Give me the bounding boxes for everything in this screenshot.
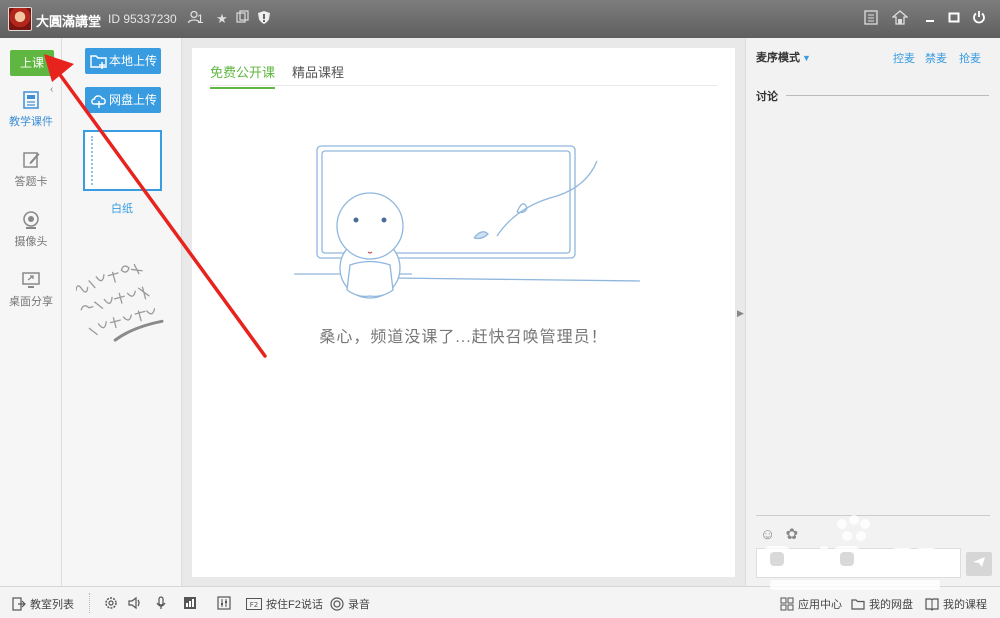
- speaker-icon: [128, 596, 142, 610]
- mixer-button[interactable]: [217, 596, 231, 610]
- emoji-icon[interactable]: ☺: [760, 526, 775, 543]
- flower-icon[interactable]: ✿: [786, 526, 799, 543]
- power-icon[interactable]: [970, 10, 988, 28]
- main-content: 免费公开课 精品课程 桑心，频道没课了...赶快召唤管理员！: [192, 48, 735, 577]
- grid-icon: [183, 596, 197, 610]
- nav-item-camera[interactable]: 摄像头: [0, 210, 62, 249]
- shield-icon[interactable]: [255, 10, 273, 28]
- svg-text:F2: F2: [250, 601, 258, 609]
- notes-icon[interactable]: [862, 10, 880, 28]
- book-icon: [925, 597, 939, 611]
- nav-item-courseware[interactable]: 教学课件: [0, 90, 62, 129]
- f2-key-icon: F2: [246, 597, 262, 611]
- discussion-title: 讨论: [756, 91, 778, 103]
- tab-premium-courses[interactable]: 精品课程: [292, 62, 344, 87]
- my-disk-button[interactable]: 我的网盘: [851, 596, 913, 612]
- mute-mic-link[interactable]: 禁麦: [925, 50, 947, 66]
- room-name: 大圓滿講堂: [36, 14, 102, 29]
- nav-label: 摄像头: [14, 236, 48, 248]
- record-icon: [330, 597, 344, 611]
- push-to-talk-label: 按住F2说话: [266, 599, 323, 611]
- record-label: 录音: [348, 599, 370, 611]
- chat-input[interactable]: [756, 548, 961, 578]
- drag-hint-scribble: [76, 263, 164, 342]
- expand-panel-arrow-icon[interactable]: ▶: [737, 308, 744, 319]
- grab-mic-link[interactable]: 抢麦: [959, 50, 981, 66]
- app-center-label: 应用中心: [798, 599, 842, 611]
- settings-button[interactable]: [104, 596, 118, 610]
- cloud-upload-label: 网盘上传: [109, 93, 158, 107]
- send-button[interactable]: [966, 552, 992, 576]
- copy-icon[interactable]: [233, 10, 251, 28]
- empty-blackboard-illustration: [294, 145, 641, 299]
- screen-share-icon: [21, 270, 41, 290]
- courseware-icon: [21, 90, 41, 110]
- star-icon[interactable]: ★: [213, 10, 231, 28]
- avatar[interactable]: [8, 7, 32, 31]
- chevron-down-icon: ▼: [802, 53, 811, 63]
- nav-label: 桌面分享: [9, 296, 53, 308]
- apps-icon: [780, 597, 794, 611]
- class-list-button[interactable]: 教室列表: [12, 596, 74, 612]
- folder-icon: [851, 597, 865, 611]
- binder-dots: [91, 136, 93, 185]
- local-upload-button[interactable]: 本地上传: [85, 48, 161, 74]
- microphone-button[interactable]: [154, 596, 168, 610]
- nav-label: 教学课件: [9, 116, 53, 128]
- discussion-divider: [786, 95, 989, 96]
- online-count: 1: [197, 12, 204, 26]
- speaker-button[interactable]: [128, 596, 142, 610]
- exit-icon: [12, 597, 26, 611]
- bottom-toolbar: 教室列表 F2 按住F2说话 录音 应用中心 我的网盘 我的课程: [0, 586, 1000, 618]
- empty-state-message: 桑心，频道没课了...赶快召唤管理员！: [319, 329, 608, 346]
- chat-tools: ☺ ✿: [760, 525, 798, 543]
- app-center-button[interactable]: 应用中心: [780, 596, 842, 612]
- mic-mode-dropdown[interactable]: 麦序模式 ▼: [756, 49, 811, 65]
- my-courses-button[interactable]: 我的课程: [925, 596, 987, 612]
- my-disk-label: 我的网盘: [869, 599, 913, 611]
- maximize-icon[interactable]: [945, 10, 963, 28]
- courseware-panel: 本地上传 网盘上传 白纸: [62, 38, 182, 586]
- push-to-talk-button[interactable]: F2 按住F2说话: [246, 596, 323, 612]
- record-button[interactable]: 录音: [330, 596, 370, 612]
- left-nav: 上课 ‹ 教学课件 答题卡 摄像头 桌面分享: [0, 38, 62, 586]
- gear-icon: [104, 596, 118, 610]
- gift-icon[interactable]: [891, 10, 909, 28]
- whiteboard-thumbnail[interactable]: [83, 130, 162, 191]
- class-list-label: 教室列表: [30, 599, 74, 611]
- mixer-icon: [217, 596, 231, 610]
- room-id: ID 95337230: [108, 12, 177, 26]
- title-bar: 大圓滿講堂 ID 95337230 1 ★: [0, 0, 1000, 38]
- tab-divider: [210, 85, 717, 86]
- whiteboard-label: 白纸: [111, 203, 133, 215]
- nav-item-screen-share[interactable]: 桌面分享: [0, 270, 62, 309]
- minimize-icon[interactable]: [921, 10, 939, 28]
- nav-item-answer-card[interactable]: 答题卡: [0, 150, 62, 189]
- cloud-upload-button[interactable]: 网盘上传: [85, 87, 161, 113]
- nav-label: 答题卡: [14, 176, 48, 188]
- answer-card-icon: [21, 150, 41, 170]
- microphone-icon: [154, 596, 168, 610]
- control-mic-link[interactable]: 控麦: [893, 50, 915, 66]
- cloud-upload-icon: [90, 91, 108, 109]
- right-panel: 麦序模式 ▼ 控麦 禁麦 抢麦 讨论 ☺ ✿: [745, 38, 1000, 586]
- my-courses-label: 我的课程: [943, 599, 987, 611]
- chat-divider: [756, 515, 990, 516]
- folder-upload-icon: [90, 52, 108, 70]
- start-class-button[interactable]: 上课: [10, 50, 54, 76]
- local-upload-label: 本地上传: [109, 54, 158, 68]
- camera-icon: [21, 210, 41, 230]
- toolbar-separator: [89, 593, 90, 613]
- layout-button[interactable]: [183, 596, 197, 610]
- mic-mode-label: 麦序模式: [756, 52, 800, 64]
